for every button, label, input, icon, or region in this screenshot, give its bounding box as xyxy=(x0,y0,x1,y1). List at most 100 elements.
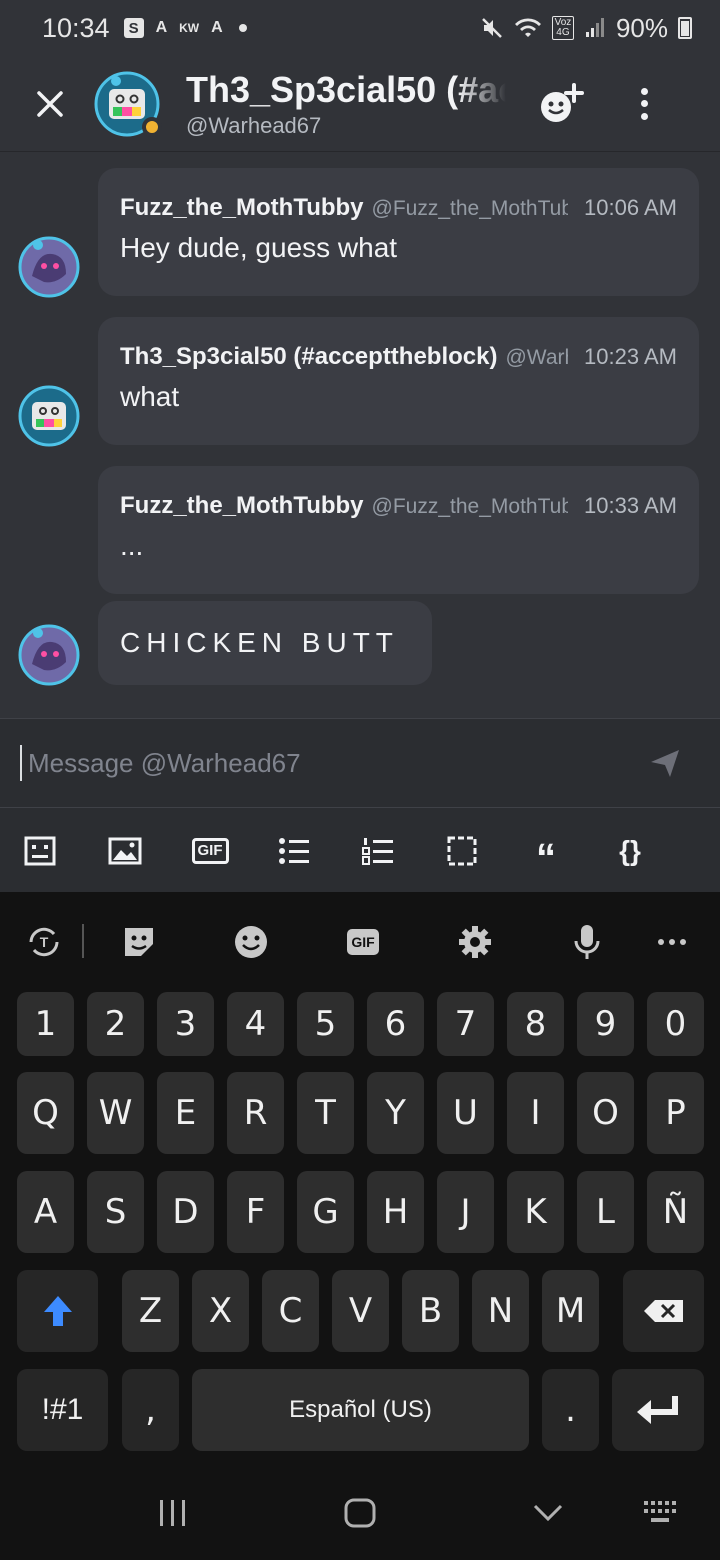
avatar[interactable] xyxy=(94,71,162,137)
key-p[interactable]: P xyxy=(647,1072,704,1154)
comma-key[interactable]: , xyxy=(122,1369,179,1451)
text-caret xyxy=(20,745,22,781)
key-7[interactable]: 7 xyxy=(437,992,494,1056)
message-bubble[interactable]: Fuzz_the_MothTubby @Fuzz_the_MothTubby 1… xyxy=(98,168,699,296)
period-key[interactable]: . xyxy=(542,1369,599,1451)
gif-button[interactable]: GIF xyxy=(191,834,229,868)
key-q[interactable]: Q xyxy=(17,1072,74,1154)
key-d[interactable]: D xyxy=(157,1171,214,1253)
key-h[interactable]: H xyxy=(367,1171,424,1253)
backspace-key[interactable] xyxy=(623,1270,704,1352)
key-2[interactable]: 2 xyxy=(87,992,144,1056)
key-j[interactable]: J xyxy=(437,1171,494,1253)
key-9[interactable]: 9 xyxy=(577,992,634,1056)
key-s[interactable]: S xyxy=(87,1171,144,1253)
message-bubble[interactable]: CHICKEN BUTT xyxy=(98,601,432,685)
numbered-list-button[interactable] xyxy=(361,834,395,868)
message-bubble[interactable]: Th3_Sp3cial50 (#accepttheblock) @Warhead… xyxy=(98,317,699,445)
message-input[interactable] xyxy=(28,747,588,779)
bullet-list-button[interactable] xyxy=(277,834,311,868)
voice-input-button[interactable] xyxy=(567,922,607,962)
signal-icon xyxy=(585,18,604,37)
battery-percent: 90% xyxy=(615,12,668,43)
key-4[interactable]: 4 xyxy=(227,992,284,1056)
spoiler-icon xyxy=(24,836,56,866)
key-n[interactable]: N xyxy=(472,1270,529,1352)
key-m[interactable]: M xyxy=(542,1270,599,1352)
svg-text:T: T xyxy=(40,934,49,950)
code-block-button[interactable]: {} xyxy=(613,834,647,868)
key-x[interactable]: X xyxy=(192,1270,249,1352)
message-author[interactable]: Fuzz_the_MothTubby xyxy=(120,492,364,520)
key-o[interactable]: O xyxy=(577,1072,634,1154)
chevron-down-icon[interactable] xyxy=(532,1498,564,1528)
key-w[interactable]: W xyxy=(87,1072,144,1154)
quote-button[interactable]: “ xyxy=(529,834,563,880)
soft-keyboard: T GIF 1 2 3 4 5 6 7 8 9 0 Q W E R T Y U … xyxy=(0,892,720,1560)
key-z[interactable]: Z xyxy=(122,1270,179,1352)
key-8[interactable]: 8 xyxy=(507,992,564,1056)
home-icon[interactable] xyxy=(343,1498,377,1528)
key-c[interactable]: C xyxy=(262,1270,319,1352)
message-timestamp: 10:23 AM xyxy=(584,344,677,369)
keyboard-gif-button[interactable]: GIF xyxy=(343,922,383,962)
gif-icon: GIF xyxy=(191,838,229,864)
emoji-button[interactable] xyxy=(231,922,271,962)
status-bar: 10:34 S A KW A Voz 4G 90% xyxy=(0,0,720,56)
key-v[interactable]: V xyxy=(332,1270,389,1352)
more-keyboard-options-button[interactable] xyxy=(652,922,692,962)
shift-key[interactable] xyxy=(17,1270,98,1352)
close-button[interactable] xyxy=(26,80,74,128)
message-handle: @Warhead67 xyxy=(505,346,568,369)
key-0[interactable]: 0 xyxy=(647,992,704,1056)
add-to-group-icon[interactable] xyxy=(536,79,586,129)
symbols-key[interactable]: !#1 xyxy=(17,1369,108,1451)
message-author[interactable]: Th3_Sp3cial50 (#accepttheblock) xyxy=(120,343,497,371)
key-y[interactable]: Y xyxy=(367,1072,424,1154)
dm-header: Th3_Sp3cial50 (#accepttheblock) @Warhead… xyxy=(0,56,720,152)
key-5[interactable]: 5 xyxy=(297,992,354,1056)
sticker-button[interactable] xyxy=(119,922,159,962)
image-icon xyxy=(108,837,142,865)
tv-avatar-icon[interactable] xyxy=(18,385,80,447)
battery-icon xyxy=(678,17,692,39)
key-1[interactable]: 1 xyxy=(17,992,74,1056)
enter-key[interactable] xyxy=(612,1369,704,1451)
header-titles[interactable]: Th3_Sp3cial50 (#accepttheblock) @Warhead… xyxy=(186,69,506,139)
key-r[interactable]: R xyxy=(227,1072,284,1154)
key-3[interactable]: 3 xyxy=(157,992,214,1056)
image-button[interactable] xyxy=(108,834,142,868)
key-f[interactable]: F xyxy=(227,1171,284,1253)
space-key[interactable]: Español (US) xyxy=(192,1369,529,1451)
keyboard-switch-icon[interactable] xyxy=(642,1498,678,1528)
key-l[interactable]: L xyxy=(577,1171,634,1253)
selection-button[interactable] xyxy=(445,834,479,868)
key-t[interactable]: T xyxy=(297,1072,354,1154)
app-notification-icon: S xyxy=(123,18,144,38)
message-author[interactable]: Fuzz_the_MothTubby xyxy=(120,194,364,222)
microphone-icon xyxy=(574,925,600,959)
key-i[interactable]: I xyxy=(507,1072,564,1154)
send-icon[interactable] xyxy=(648,746,682,780)
key-b[interactable]: B xyxy=(402,1270,459,1352)
message-list[interactable]: Fuzz_the_MothTubby @Fuzz_the_MothTubby 1… xyxy=(0,152,720,718)
key-u[interactable]: U xyxy=(437,1072,494,1154)
key-g[interactable]: G xyxy=(297,1171,354,1253)
spoiler-button[interactable] xyxy=(23,834,57,868)
key-6[interactable]: 6 xyxy=(367,992,424,1056)
message-bubble[interactable]: Fuzz_the_MothTubby @Fuzz_the_MothTubby 1… xyxy=(98,466,699,594)
more-options-button[interactable] xyxy=(634,84,654,124)
key-n-tilde[interactable]: Ñ xyxy=(647,1171,704,1253)
key-k[interactable]: K xyxy=(507,1171,564,1253)
shift-icon xyxy=(43,1296,72,1326)
selection-icon xyxy=(447,836,477,866)
system-nav-bar xyxy=(0,1464,720,1560)
moth-avatar-icon[interactable] xyxy=(18,624,80,686)
translate-button[interactable]: T xyxy=(24,922,64,962)
recents-icon[interactable] xyxy=(158,1498,188,1528)
moth-avatar-icon[interactable] xyxy=(18,236,80,298)
key-e[interactable]: E xyxy=(157,1072,214,1154)
header-handle: @Warhead67 xyxy=(186,112,322,138)
keyboard-settings-button[interactable] xyxy=(455,922,495,962)
key-a[interactable]: A xyxy=(17,1171,74,1253)
